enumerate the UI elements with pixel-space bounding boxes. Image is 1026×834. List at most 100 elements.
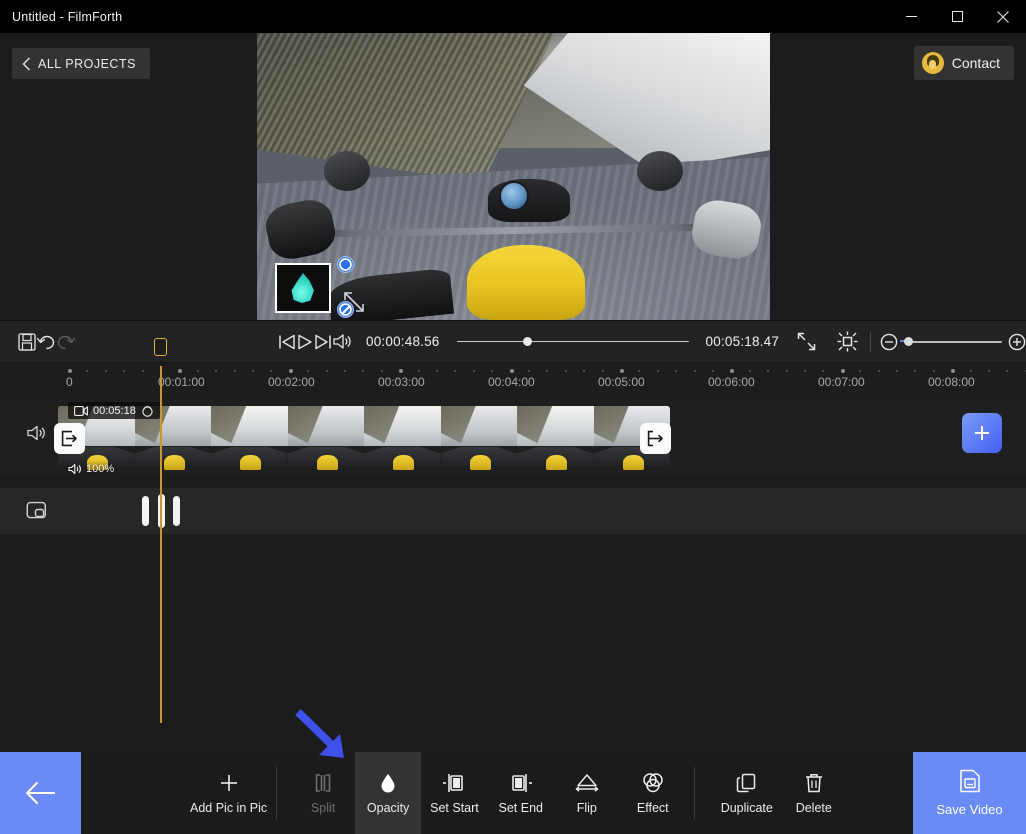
ruler-tick-major — [68, 369, 72, 373]
ruler-time-label: 00:07:00 — [818, 375, 865, 389]
play-icon — [296, 334, 314, 350]
ruler-time-label: 00:04:00 — [488, 375, 535, 389]
ruler-tick-major — [510, 369, 514, 373]
split-button[interactable]: Split — [291, 752, 355, 834]
minimize-button[interactable] — [888, 0, 934, 33]
zoom-slider[interactable] — [904, 341, 1002, 343]
save-project-button[interactable] — [18, 333, 36, 351]
seek-bar[interactable] — [457, 341, 689, 343]
contact-button[interactable]: Contact — [914, 46, 1014, 80]
all-projects-button[interactable]: ALL PROJECTS — [12, 48, 150, 79]
close-button[interactable] — [980, 0, 1026, 33]
add-media-button[interactable] — [962, 413, 1002, 453]
seek-handle[interactable] — [523, 337, 532, 346]
flip-label: Flip — [577, 801, 597, 815]
playhead[interactable] — [160, 366, 162, 723]
add-pic-in-pic-button[interactable]: Add Pic in Pic — [181, 752, 276, 834]
flip-button[interactable]: Flip — [554, 752, 620, 834]
effect-button[interactable]: Effect — [620, 752, 686, 834]
ruler-tick-minor — [878, 370, 880, 372]
arrow-left-icon — [24, 781, 58, 805]
maximize-button[interactable] — [934, 0, 980, 33]
window-title: Untitled - FilmForth — [0, 10, 122, 24]
set-end-icon — [508, 771, 534, 795]
volume-icon — [68, 463, 82, 475]
transition-out-icon — [647, 430, 664, 447]
volume-button[interactable] — [332, 333, 352, 350]
ruler-tick-major — [951, 369, 955, 373]
speaker-icon — [26, 424, 47, 442]
next-frame-button[interactable] — [314, 334, 332, 350]
clip-volume-text: 100% — [86, 463, 114, 475]
maximize-icon — [952, 11, 963, 22]
set-start-label: Set Start — [430, 801, 479, 815]
undo-icon — [36, 333, 56, 351]
undo-button[interactable] — [36, 333, 56, 351]
play-button[interactable] — [296, 334, 314, 350]
previous-frame-button[interactable] — [278, 334, 296, 350]
ruler-tick-minor — [767, 370, 769, 372]
redo-button[interactable] — [56, 333, 76, 351]
skip-previous-icon — [278, 334, 296, 350]
ruler-time-label: 00:03:00 — [378, 375, 425, 389]
fit-to-screen-button[interactable] — [837, 331, 858, 352]
filmforth-window: Untitled - FilmForth — [0, 0, 1026, 834]
ruler-tick-minor — [933, 370, 935, 372]
ruler-tick-minor — [234, 370, 236, 372]
transition-out-button[interactable] — [640, 423, 671, 454]
redo-icon — [56, 333, 76, 351]
video-preview[interactable] — [257, 33, 770, 320]
ruler-tick-major — [399, 369, 403, 373]
pip-track-icon-wrap[interactable] — [26, 500, 47, 521]
video-track[interactable]: 00:05:18 100% — [0, 398, 1026, 474]
toolbar-spacer — [845, 752, 913, 834]
clip-duration-text: 00:05:18 — [93, 405, 136, 417]
clip-thumbnail — [288, 406, 365, 470]
ruler-tick-minor — [418, 370, 420, 372]
preview-snow-slope — [524, 33, 770, 171]
save-floppy-icon — [959, 769, 981, 796]
zoom-out-button[interactable] — [880, 333, 898, 351]
workspace: ALL PROJECTS Contact — [0, 33, 1026, 320]
duplicate-button[interactable]: Duplicate — [711, 752, 783, 834]
ruler-tick-minor — [602, 370, 604, 372]
pip-overlay-selection[interactable] — [275, 263, 331, 313]
delete-button[interactable]: Delete — [783, 752, 845, 834]
opacity-button[interactable]: Opacity — [355, 752, 421, 834]
playhead-handle[interactable] — [154, 338, 167, 356]
user-avatar-icon — [922, 52, 944, 74]
back-button[interactable] — [0, 752, 81, 834]
ruler-tick-major — [178, 369, 182, 373]
circle-handle-icon — [141, 404, 154, 417]
zoom-in-icon — [1008, 333, 1026, 351]
video-track-audio-icon[interactable] — [26, 424, 47, 442]
save-video-button[interactable]: Save Video — [913, 752, 1026, 834]
ruler-tick-minor — [1006, 370, 1008, 372]
ruler-tick-minor — [638, 370, 640, 372]
timeline-ruler[interactable]: 000:01:0000:02:0000:03:0000:04:0000:05:0… — [0, 363, 1026, 394]
preview-fuel-tank — [467, 245, 585, 320]
rotate-handle[interactable] — [337, 256, 354, 273]
pip-track[interactable] — [0, 488, 1026, 534]
arrow-down-right-icon — [292, 708, 354, 764]
ruler-tick-minor — [914, 370, 916, 372]
zoom-in-button[interactable] — [1008, 333, 1026, 351]
set-end-button[interactable]: Set End — [488, 752, 554, 834]
duplicate-label: Duplicate — [721, 801, 773, 815]
ruler-tick-minor — [326, 370, 328, 372]
clip-thumbnail — [211, 406, 288, 470]
ruler-tick-minor — [197, 370, 199, 372]
clip-thumbnail — [441, 406, 518, 470]
transition-in-button[interactable] — [54, 423, 85, 454]
resize-handle[interactable] — [337, 301, 354, 318]
zoom-slider-handle[interactable] — [904, 337, 913, 346]
droplet-icon — [379, 771, 397, 795]
volume-icon — [332, 333, 352, 350]
set-start-button[interactable]: Set Start — [421, 752, 488, 834]
pip-clip-edge-left — [142, 496, 149, 526]
ruler-time-label: 00:08:00 — [928, 375, 975, 389]
preview-speedometer — [499, 181, 529, 211]
ruler-tick-minor — [123, 370, 125, 372]
set-start-icon — [441, 771, 467, 795]
fullscreen-button[interactable] — [797, 332, 816, 351]
